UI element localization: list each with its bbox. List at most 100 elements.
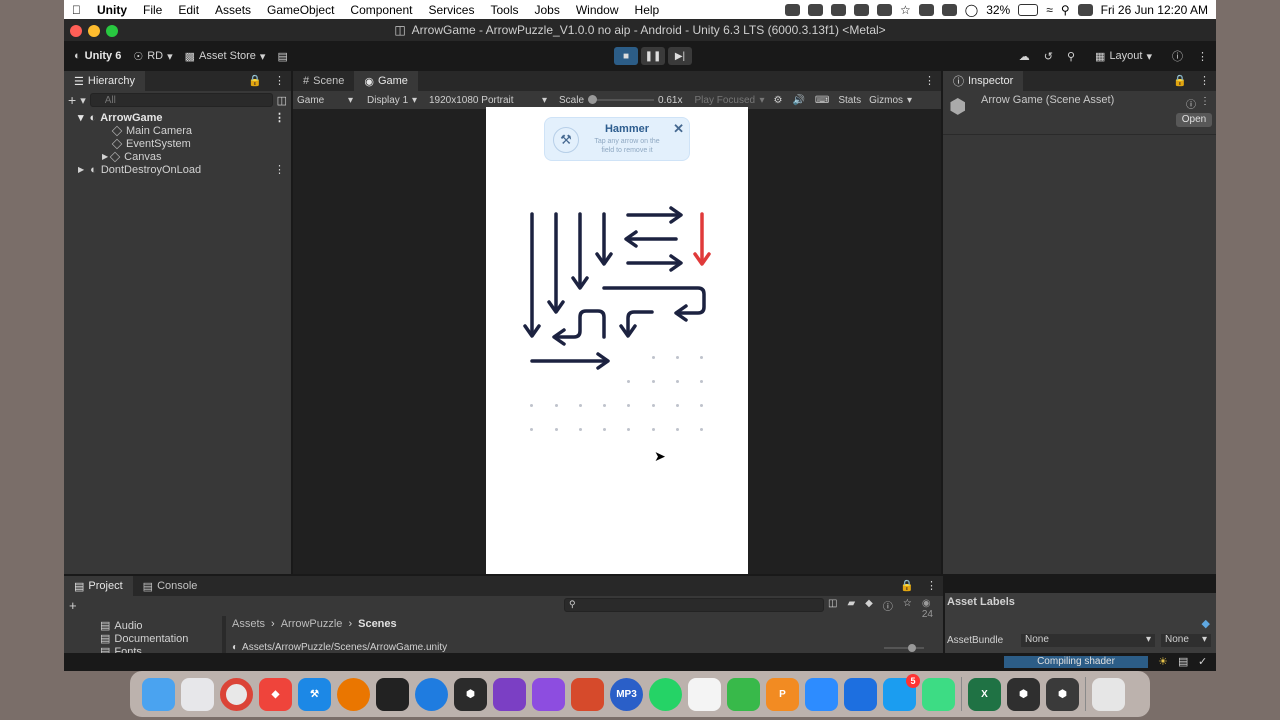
lock-icon[interactable]: 🔒 (242, 71, 268, 91)
menu-assets[interactable]: Assets (207, 3, 259, 17)
help-icon[interactable]: ⓘ (1172, 48, 1183, 64)
xcode-icon[interactable]: ⚒ (298, 677, 331, 711)
arrow-down[interactable] (595, 212, 613, 266)
lock-icon[interactable]: 🔒 (1167, 71, 1193, 91)
screen-mirror-icon[interactable] (784, 3, 800, 16)
tab-project[interactable]: ▤ Project (64, 576, 133, 596)
scale-slider-thumb[interactable] (588, 95, 598, 104)
input-source-icon[interactable] (941, 3, 957, 16)
airdrop-icon[interactable]: ◯ (965, 3, 978, 17)
add-button[interactable]: + (68, 92, 76, 108)
chevron-down-icon[interactable]: ▾ (80, 94, 86, 107)
keyboard-icon[interactable]: ⌨ (810, 95, 834, 106)
package-icon[interactable]: ▤ (271, 50, 293, 63)
asset-store-dropdown[interactable]: ▩ Asset Store ▾ (179, 50, 272, 63)
menu-edit[interactable]: Edit (170, 3, 207, 17)
account-dropdown[interactable]: ☉ RD ▾ (127, 50, 178, 63)
numbers-icon[interactable] (727, 677, 760, 711)
blender-icon[interactable] (337, 677, 370, 711)
assetbundle-variant-dropdown[interactable]: None ▾ (1161, 634, 1211, 647)
lighting-icon[interactable]: ☀ (1158, 655, 1168, 668)
mp3-app-icon[interactable]: MP3 (610, 677, 643, 711)
expand-arrow-icon[interactable]: ▶ (102, 152, 108, 161)
wifi-icon[interactable]: ≈ (1046, 3, 1053, 17)
menu-gameobject[interactable]: GameObject (259, 3, 342, 17)
freeform-icon[interactable] (688, 677, 721, 711)
expand-arrow-icon[interactable]: ▶ (78, 165, 84, 174)
finder-icon[interactable] (142, 677, 175, 711)
arrow-down[interactable] (523, 212, 541, 338)
anydesk-icon[interactable]: ◆ (259, 677, 292, 711)
visual-studio-icon[interactable] (532, 677, 565, 711)
unity-icon[interactable]: ⬢ (1046, 677, 1079, 711)
control-center-icon[interactable] (1077, 3, 1093, 16)
spotlight-icon[interactable]: ⚲ (1061, 3, 1070, 17)
hierarchy-row-dontdestroyonload[interactable]: ▶ ◐ DontDestroyOnLoad ⋮ (64, 163, 291, 177)
keyboard-icon[interactable] (807, 3, 823, 16)
more-menu-icon[interactable]: ⋮ (268, 71, 291, 91)
hierarchy-row-scene[interactable]: ▾ ◐ ArrowGame ⋮ (64, 111, 291, 125)
creative-cloud-icon[interactable] (853, 3, 869, 16)
icon-size-slider[interactable] (884, 644, 924, 652)
remote-desktop-icon[interactable] (571, 677, 604, 711)
zoom-icon[interactable] (805, 677, 838, 711)
alert-icon[interactable] (876, 3, 892, 16)
pages-icon[interactable]: P (766, 677, 799, 711)
breadcrumb-arrowpuzzle[interactable]: ArrowPuzzle (281, 618, 343, 630)
more-menu-icon[interactable]: ⋮ (920, 576, 943, 596)
arrow-bent-left[interactable] (552, 309, 606, 346)
visual-studio-icon[interactable] (493, 677, 526, 711)
arrow-down-highlighted[interactable] (693, 212, 711, 266)
menu-file[interactable]: File (135, 3, 170, 17)
whatsapp-icon[interactable] (649, 677, 682, 711)
game-mode-dropdown[interactable]: Game ▾ (293, 95, 359, 106)
arrow-left[interactable] (624, 230, 678, 248)
activity-monitor-icon[interactable] (376, 677, 409, 711)
folder-item-audio[interactable]: ▤ Audio (100, 619, 143, 633)
add-asset-button[interactable]: + (69, 598, 77, 613)
chevron-down-icon[interactable]: ▾ (907, 95, 912, 106)
bake-icon[interactable]: ▤ (1178, 655, 1188, 668)
play-focused-dropdown[interactable]: Play Focused ▾ (682, 95, 768, 106)
resolution-dropdown[interactable]: 1920x1080 Portrait ▾ (421, 95, 551, 106)
unity-version-button[interactable]: ◐ Unity 6 (68, 50, 127, 62)
breadcrumb-assets[interactable]: Assets (232, 618, 265, 630)
hierarchy-row-main-camera[interactable]: Main Camera (64, 124, 291, 137)
settings-icon[interactable]: ⋮ (1200, 96, 1210, 107)
check-icon[interactable]: ✓ (1198, 655, 1207, 668)
menu-component[interactable]: Component (342, 3, 420, 17)
unity-status-icon[interactable] (830, 3, 846, 16)
gizmos-button[interactable]: Gizmos (865, 95, 907, 106)
self-service-icon[interactable] (844, 677, 877, 711)
close-window-button[interactable] (70, 25, 82, 37)
app-store-icon[interactable]: 5 (883, 673, 920, 711)
menu-help[interactable]: Help (627, 3, 668, 17)
arrow-bent-left[interactable] (602, 286, 706, 322)
filter-type-icon[interactable]: ◫ (828, 598, 837, 620)
menu-jobs[interactable]: Jobs (526, 3, 567, 17)
menu-tools[interactable]: Tools (482, 3, 526, 17)
more-menu-icon[interactable]: ⋮ (1197, 50, 1208, 63)
more-menu-icon[interactable]: ⋮ (1193, 71, 1216, 91)
history-icon[interactable]: ↺ (1044, 50, 1053, 63)
lock-icon[interactable]: 🔒 (894, 576, 920, 596)
layout-dropdown[interactable]: ▦ Layout ▾ (1089, 50, 1158, 63)
battery-icon[interactable] (1018, 3, 1039, 16)
arrow-right[interactable] (530, 352, 610, 370)
pause-button[interactable]: ❚❚ (641, 47, 665, 65)
hierarchy-row-eventsystem[interactable]: EventSystem (64, 137, 291, 150)
excel-icon[interactable]: X (968, 677, 1001, 711)
more-menu-icon[interactable]: ⋮ (274, 111, 285, 124)
menu-services[interactable]: Services (420, 3, 482, 17)
scale-slider[interactable] (588, 95, 655, 105)
m-icon[interactable] (918, 3, 934, 16)
audio-icon[interactable]: 🔊 (787, 95, 809, 106)
apple-icon[interactable]:  (64, 3, 89, 17)
search-icon[interactable]: ⚲ (1067, 50, 1075, 63)
display-dropdown[interactable]: Display 1 ▾ (359, 95, 421, 106)
stop-button[interactable]: ■ (614, 47, 638, 65)
hierarchy-row-canvas[interactable]: ▶ Canvas (64, 150, 291, 163)
arrow-down[interactable] (547, 212, 565, 314)
more-menu-icon[interactable]: ⋮ (918, 71, 941, 91)
tag-icon[interactable]: ◆ (1202, 617, 1210, 630)
